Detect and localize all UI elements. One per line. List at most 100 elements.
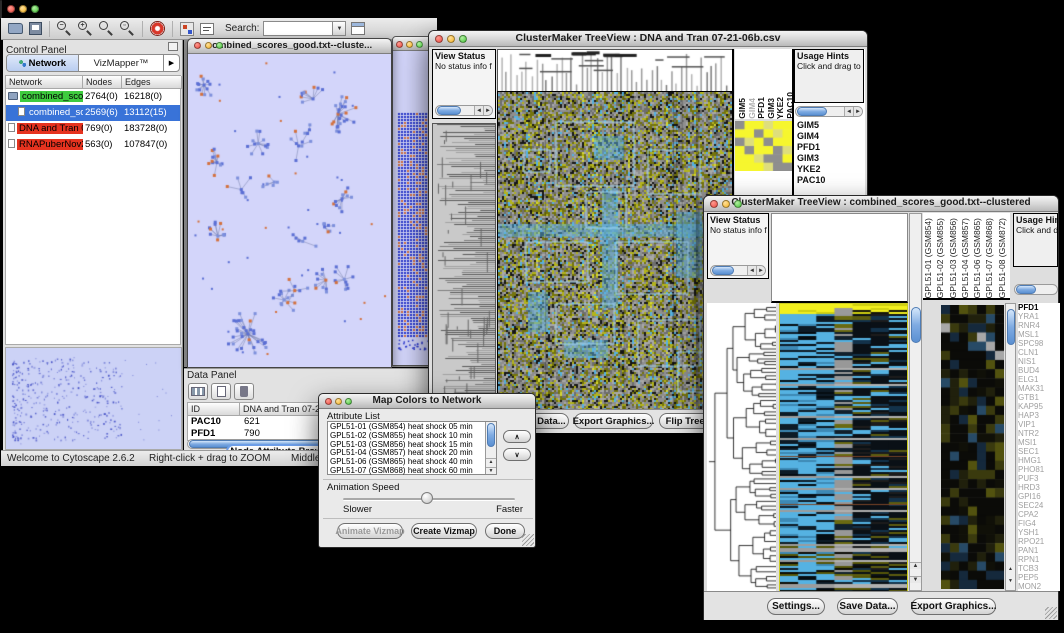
close-button[interactable]	[396, 41, 403, 48]
new-attribute-icon[interactable]	[211, 383, 231, 400]
annotation-icon[interactable]	[200, 23, 214, 35]
gene-label[interactable]: GTB1	[1018, 393, 1060, 402]
close-button[interactable]	[7, 5, 15, 13]
slider-thumb[interactable]	[421, 492, 433, 504]
gene-label[interactable]: VIP1	[1018, 420, 1060, 429]
column-header-id[interactable]: ID	[188, 403, 240, 416]
row-label[interactable]: PAC10	[797, 175, 825, 186]
attribute-list-item[interactable]: GPL51-07 (GSM868) heat shock 60 min	[330, 467, 494, 476]
dialog-titlebar[interactable]: Map Colors to Network	[319, 394, 535, 409]
zoom-button[interactable]	[416, 41, 423, 48]
column-header-nodes[interactable]: Nodes	[83, 76, 122, 89]
gene-label[interactable]: TCB3	[1018, 564, 1060, 573]
search-dropdown-icon[interactable]: ▼	[333, 21, 346, 36]
zoom-button[interactable]	[459, 35, 467, 43]
tab-network[interactable]: Network	[7, 55, 79, 71]
network-tree-row[interactable]: combined_sco2569(6)13112(15)	[6, 105, 180, 121]
zoom-fit-icon[interactable]: ▫	[120, 21, 135, 36]
gene-label[interactable]: RPO21	[1018, 537, 1060, 546]
column-header-edges[interactable]: Edges	[122, 76, 182, 89]
minimize-button[interactable]	[19, 5, 27, 13]
gene-label[interactable]: PUF3	[1018, 474, 1060, 483]
export-graphics-button[interactable]: Export Graphics...	[574, 413, 653, 429]
tab-vizmapper[interactable]: VizMapper™	[79, 55, 163, 71]
gene-label[interactable]: MAK31	[1018, 384, 1060, 393]
attribute-list-vscrollbar[interactable]: ▲ ▼	[485, 422, 496, 474]
move-up-button[interactable]: ∧	[503, 430, 531, 443]
row-label[interactable]: GIM3	[797, 153, 825, 164]
view-status-scrollbar[interactable]: ◄►	[710, 265, 766, 276]
resize-grip[interactable]	[522, 534, 534, 546]
usage-hints-scrollbar[interactable]	[1014, 284, 1058, 295]
row-dendrogram[interactable]	[432, 123, 496, 411]
gene-label[interactable]: RNR4	[1018, 321, 1060, 330]
network-tree-row[interactable]: RNAPuberNov2+563(0)107847(0)	[6, 137, 180, 153]
zoom-out-icon[interactable]: −	[57, 21, 72, 36]
zoom-heatmap-matrix[interactable]	[735, 121, 792, 171]
close-button[interactable]	[194, 42, 201, 49]
move-down-button[interactable]: ∨	[503, 448, 531, 461]
zoom-button[interactable]	[734, 200, 742, 208]
save-session-icon[interactable]	[29, 22, 42, 35]
gene-label[interactable]: NIS1	[1018, 357, 1060, 366]
scroll-down-icon[interactable]: ▼	[910, 576, 921, 583]
gene-label[interactable]: MON2	[1018, 582, 1060, 591]
gene-label[interactable]: SPC98	[1018, 339, 1060, 348]
zoom-in-icon[interactable]: +	[78, 21, 93, 36]
attribute-list-item[interactable]: GPL51-03 (GSM856) heat shock 15 min	[330, 441, 494, 450]
minimize-button[interactable]	[406, 41, 413, 48]
gene-label[interactable]: MSI1	[1018, 438, 1060, 447]
gene-label[interactable]: CLN1	[1018, 348, 1060, 357]
row-label[interactable]: GIM4	[797, 131, 825, 142]
zoom-button[interactable]	[345, 398, 352, 405]
create-vizmap-button[interactable]: Create Vizmap	[411, 523, 477, 539]
network-overview-thumbnail[interactable]	[5, 347, 182, 450]
minimize-button[interactable]	[447, 35, 455, 43]
gene-label[interactable]: HAP3	[1018, 411, 1060, 420]
help-lifesaver-icon[interactable]	[150, 21, 165, 36]
export-graphics-button[interactable]: Export Graphics...	[911, 598, 996, 615]
close-button[interactable]	[325, 398, 332, 405]
view-status-scrollbar[interactable]: ◄►	[435, 105, 493, 116]
minimize-button[interactable]	[722, 200, 730, 208]
scroll-up-icon[interactable]: ▲	[910, 562, 921, 569]
gene-list-vscrollbar[interactable]: ▲ ▼	[1005, 303, 1016, 591]
global-heatmap[interactable]	[779, 303, 908, 593]
gene-label[interactable]: CPA2	[1018, 510, 1060, 519]
gene-label[interactable]: PFD1	[1018, 303, 1060, 312]
gene-label[interactable]: YSH1	[1018, 528, 1060, 537]
row-label[interactable]: PFD1	[797, 142, 825, 153]
scroll-down-icon[interactable]: ▼	[1006, 578, 1015, 584]
gene-label[interactable]: HMG1	[1018, 456, 1060, 465]
heatmap-vscrollbar[interactable]: ▲ ▼	[909, 213, 922, 591]
minimize-button[interactable]	[335, 398, 342, 405]
attribute-list-item[interactable]: GPL51-01 (GSM854) heat shock 05 min	[330, 423, 494, 432]
open-session-icon[interactable]	[8, 23, 23, 34]
zoom-selected-icon[interactable]	[99, 21, 114, 36]
resize-grip[interactable]	[1045, 607, 1057, 619]
scroll-up-icon[interactable]: ▲	[486, 458, 496, 465]
zoom-button[interactable]	[31, 5, 39, 13]
search-input[interactable]	[263, 21, 333, 36]
network-tree-row[interactable]: DNA and Tran 07769(0)183728(0)	[6, 121, 180, 137]
attribute-list-item[interactable]: GPL51-02 (GSM855) heat shock 10 min	[330, 432, 494, 441]
gene-label[interactable]: SEC1	[1018, 447, 1060, 456]
network-tree-row[interactable]: combined_scores2764(0)16218(0)	[6, 89, 180, 105]
gene-label[interactable]: RPN1	[1018, 555, 1060, 564]
gene-label[interactable]: PEP5	[1018, 573, 1060, 582]
minimize-button[interactable]	[205, 42, 212, 49]
settings-button[interactable]: Settings...	[767, 598, 825, 615]
treeview1-titlebar[interactable]: ClusterMaker TreeView : DNA and Tran 07-…	[429, 31, 867, 47]
gene-label[interactable]: NTR2	[1018, 429, 1060, 438]
close-button[interactable]	[435, 35, 443, 43]
gene-label[interactable]: ELG1	[1018, 375, 1060, 384]
attribute-list-item[interactable]: GPL51-04 (GSM857) heat shock 20 min	[330, 449, 494, 458]
zoom-panel-hscrollbar[interactable]: ◄►	[795, 106, 863, 117]
network-view-window[interactable]: combined_scores_good.txt--cluste...	[187, 38, 392, 368]
gene-label[interactable]: YRA1	[1018, 312, 1060, 321]
gene-label[interactable]: HRD3	[1018, 483, 1060, 492]
row-label[interactable]: GIM5	[797, 120, 825, 131]
animate-vizmap-button[interactable]: Animate Vizmap	[337, 523, 403, 539]
save-data-button[interactable]: Save Data...	[837, 598, 898, 615]
gene-label[interactable]: FIG4	[1018, 519, 1060, 528]
